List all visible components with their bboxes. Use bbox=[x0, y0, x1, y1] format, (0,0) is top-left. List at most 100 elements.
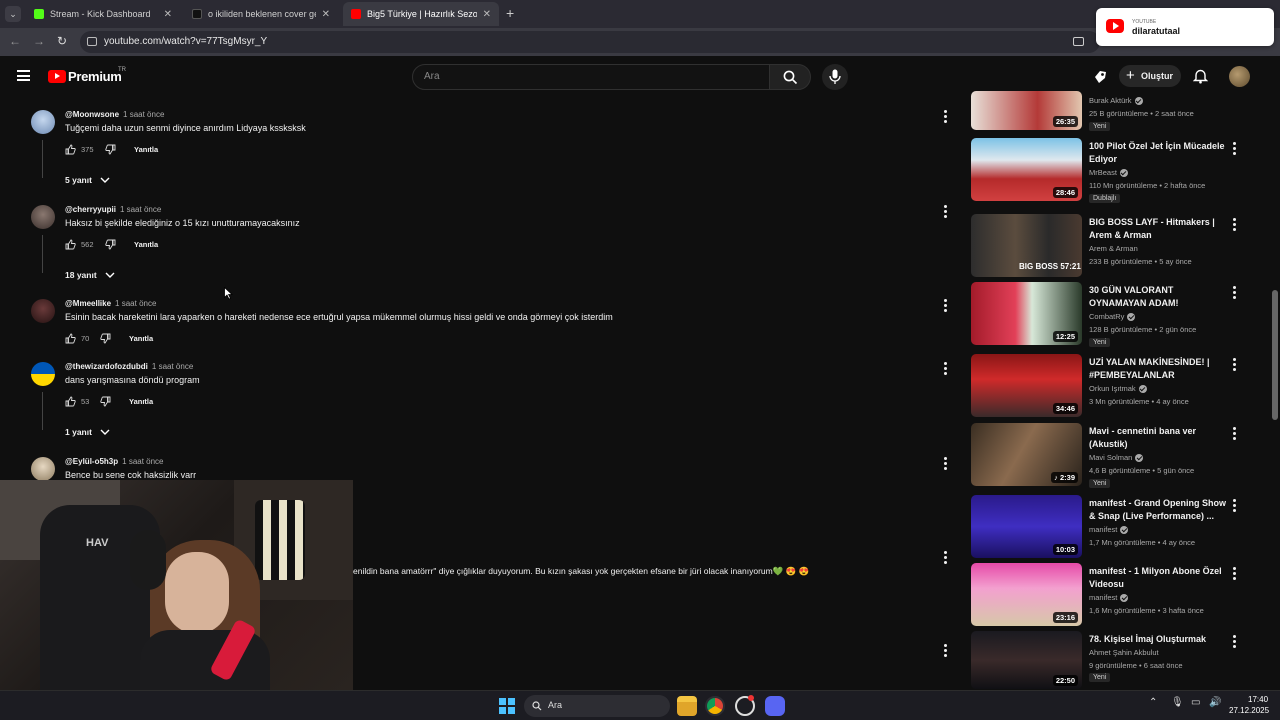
more-options-icon[interactable] bbox=[1233, 635, 1239, 649]
channel-name[interactable]: Burak Aktürk bbox=[1089, 96, 1143, 106]
channel-name[interactable]: Ahmet Şahin Akbulut bbox=[1089, 648, 1159, 657]
more-options-icon[interactable] bbox=[1233, 358, 1239, 372]
comment-author[interactable]: @Moonwsone 1 saat önce bbox=[65, 110, 164, 119]
reply-button[interactable]: Yanıtla bbox=[129, 334, 153, 343]
tray-chevron-icon[interactable]: ⌃ bbox=[1149, 697, 1157, 708]
video-title[interactable]: manifest - 1 Milyon Abone Özel Videosu bbox=[1089, 565, 1231, 590]
create-button[interactable]: + Oluştur bbox=[1119, 65, 1181, 87]
search-button[interactable] bbox=[769, 64, 811, 90]
scrollbar-thumb[interactable] bbox=[1272, 290, 1278, 420]
more-options-icon[interactable] bbox=[944, 362, 950, 376]
dislike-icon[interactable] bbox=[100, 396, 111, 407]
forward-icon[interactable]: → bbox=[33, 34, 45, 48]
video-title[interactable]: Mavi - cennetini bana ver (Akustik) bbox=[1089, 425, 1231, 450]
channel-name[interactable]: Arem & Arman bbox=[1089, 244, 1138, 253]
notification-toast[interactable]: YOUTUBE dilaratutaal bbox=[1096, 8, 1274, 46]
comment-author[interactable]: @Mmeellike 1 saat önce bbox=[65, 299, 156, 308]
dislike-icon[interactable] bbox=[100, 333, 111, 344]
close-tab-icon[interactable]: ✕ bbox=[322, 9, 330, 20]
tab-list-button[interactable]: ⌄ bbox=[5, 6, 21, 22]
channel-name[interactable]: MrBeast bbox=[1089, 168, 1128, 178]
tab-tiktok[interactable]: o ikiliden beklenen cover geldi ✕ bbox=[184, 2, 338, 26]
brand-label[interactable]: Premium bbox=[68, 69, 122, 84]
start-button[interactable] bbox=[499, 698, 515, 714]
like-icon[interactable] bbox=[65, 396, 76, 407]
discord-icon[interactable] bbox=[765, 696, 785, 716]
avatar[interactable] bbox=[31, 110, 55, 134]
network-icon[interactable]: ▭ bbox=[1191, 697, 1200, 708]
clock-date[interactable]: 27.12.2025 bbox=[1229, 706, 1269, 715]
dislike-icon[interactable] bbox=[105, 239, 116, 250]
file-explorer-icon[interactable] bbox=[677, 696, 697, 716]
like-icon[interactable] bbox=[65, 144, 76, 155]
recommended-video[interactable]: 12:25 30 GÜN VALORANT OYNAMAYAN ADAM! Co… bbox=[971, 282, 1261, 347]
chevron-down-icon[interactable] bbox=[105, 272, 115, 279]
comment-author[interactable]: @Eylül-o5h3p 1 saat önce bbox=[65, 457, 164, 466]
reply-button[interactable]: Yanıtla bbox=[134, 240, 158, 249]
avatar[interactable] bbox=[31, 457, 55, 481]
volume-icon[interactable]: 🔊 bbox=[1209, 697, 1221, 708]
show-replies-button[interactable]: 5 yanıt bbox=[65, 175, 92, 185]
recommended-video[interactable]: BIG BOSS 57:21 BIG BOSS LAYF - Hitmakers… bbox=[971, 214, 1261, 278]
more-options-icon[interactable] bbox=[944, 457, 950, 471]
more-options-icon[interactable] bbox=[1233, 499, 1239, 513]
menu-icon[interactable] bbox=[17, 70, 30, 81]
more-options-icon[interactable] bbox=[944, 110, 950, 124]
video-title[interactable]: UZİ YALAN MAKİNESİNDE! | #PEMBEYALANLAR bbox=[1089, 356, 1231, 381]
video-thumbnail[interactable]: ♪ 2:39 bbox=[971, 423, 1082, 486]
cast-icon[interactable] bbox=[1073, 37, 1084, 46]
clock-time[interactable]: 17:40 bbox=[1248, 695, 1268, 704]
close-tab-icon[interactable]: ✕ bbox=[164, 9, 172, 20]
more-options-icon[interactable] bbox=[1233, 567, 1239, 581]
reply-button[interactable]: Yanıtla bbox=[129, 397, 153, 406]
more-options-icon[interactable] bbox=[944, 644, 950, 658]
back-icon[interactable]: ← bbox=[9, 34, 21, 48]
recommended-video[interactable]: 22:50 78. Kişisel İmaj Oluşturmak Ahmet … bbox=[971, 631, 1261, 695]
avatar[interactable] bbox=[31, 299, 55, 323]
more-options-icon[interactable] bbox=[944, 299, 950, 313]
chrome-icon[interactable] bbox=[705, 696, 725, 716]
avatar[interactable] bbox=[31, 362, 55, 386]
recommended-video[interactable]: ♪ 2:39 Mavi - cennetini bana ver (Akusti… bbox=[971, 423, 1261, 488]
video-thumbnail[interactable]: 34:46 bbox=[971, 354, 1082, 417]
video-title[interactable]: BIG BOSS LAYF - Hitmakers | Arem & Arman bbox=[1089, 216, 1231, 241]
video-title[interactable]: 100 Pilot Özel Jet İçin Mücadele Ediyor bbox=[1089, 140, 1231, 165]
chevron-down-icon[interactable] bbox=[100, 177, 110, 184]
video-thumbnail[interactable]: 22:50 bbox=[971, 631, 1082, 689]
microphone-icon[interactable]: 🎙 bbox=[1171, 697, 1184, 708]
comment-author[interactable]: @cherryyupii 1 saat önce bbox=[65, 205, 161, 214]
taskbar-search[interactable] bbox=[524, 695, 670, 717]
channel-name[interactable]: Orkun Işıtmak bbox=[1089, 384, 1147, 394]
recommended-video[interactable]: 34:46 UZİ YALAN MAKİNESİNDE! | #PEMBEYAL… bbox=[971, 354, 1261, 418]
video-thumbnail[interactable]: 23:16 bbox=[971, 563, 1082, 626]
show-replies-button[interactable]: 1 yanıt bbox=[65, 427, 92, 437]
channel-name[interactable]: Mavi Solman bbox=[1089, 453, 1144, 463]
voice-search-button[interactable] bbox=[822, 64, 848, 90]
video-title[interactable]: manifest - Grand Opening Show & Snap (Li… bbox=[1089, 497, 1231, 522]
more-options-icon[interactable] bbox=[944, 551, 950, 565]
video-thumbnail[interactable]: 26:35 bbox=[971, 91, 1082, 130]
close-tab-icon[interactable]: ✕ bbox=[483, 9, 491, 20]
video-thumbnail[interactable]: 12:25 bbox=[971, 282, 1082, 345]
video-thumbnail[interactable]: 28:46 bbox=[971, 138, 1082, 201]
recommended-video[interactable]: 10:03 manifest - Grand Opening Show & Sn… bbox=[971, 495, 1261, 559]
notifications-bell-icon[interactable] bbox=[1193, 68, 1208, 84]
search-input[interactable] bbox=[412, 64, 770, 90]
tab-kick-dashboard[interactable]: Stream - Kick Dashboard ✕ bbox=[26, 2, 180, 26]
reload-icon[interactable]: ↻ bbox=[57, 34, 67, 48]
youtube-logo-icon[interactable] bbox=[48, 70, 66, 83]
video-title[interactable]: 30 GÜN VALORANT OYNAMAYAN ADAM! bbox=[1089, 284, 1231, 309]
more-options-icon[interactable] bbox=[1233, 142, 1239, 156]
video-thumbnail[interactable]: 10:03 bbox=[971, 495, 1082, 558]
new-tab-button[interactable]: + bbox=[506, 5, 514, 21]
video-title[interactable]: 78. Kişisel İmaj Oluşturmak bbox=[1089, 633, 1231, 646]
channel-name[interactable]: manifest bbox=[1089, 593, 1129, 603]
channel-name[interactable]: manifest bbox=[1089, 525, 1129, 535]
recommended-video[interactable]: 23:16 manifest - 1 Milyon Abone Özel Vid… bbox=[971, 563, 1261, 627]
more-options-icon[interactable] bbox=[944, 205, 950, 219]
like-icon[interactable] bbox=[65, 333, 76, 344]
more-options-icon[interactable] bbox=[1233, 286, 1239, 300]
dislike-icon[interactable] bbox=[105, 144, 116, 155]
premium-icon[interactable] bbox=[1093, 69, 1108, 84]
chevron-down-icon[interactable] bbox=[100, 429, 110, 436]
